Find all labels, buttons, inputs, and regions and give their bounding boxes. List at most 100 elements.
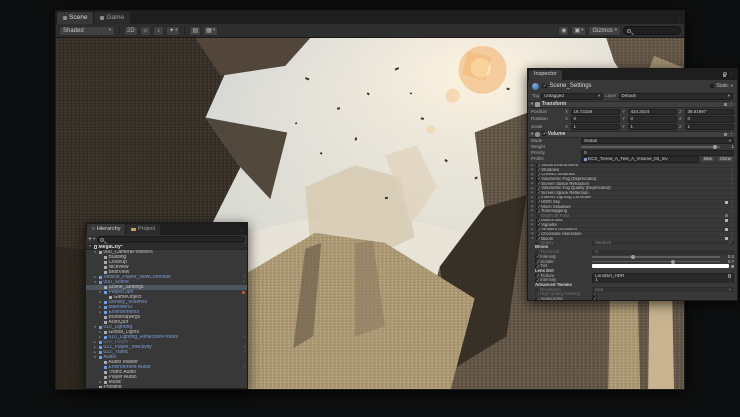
override-enabled-checkbox[interactable] <box>536 214 539 217</box>
axis-z-field[interactable]: 0 <box>685 116 735 123</box>
foldout-arrow-icon[interactable]: ▸ <box>98 306 102 310</box>
foldout-arrow-icon[interactable]: ▸ <box>531 173 534 177</box>
intensity-field[interactable]: 1 <box>592 278 734 283</box>
override-menu-icon[interactable]: ⋮ <box>730 168 734 172</box>
parameter-override-checkbox[interactable] <box>535 288 538 291</box>
object-picker-icon[interactable] <box>728 274 732 278</box>
override-enabled-checkbox[interactable] <box>536 233 539 236</box>
override-menu-icon[interactable]: ⋮ <box>730 232 734 236</box>
parameter-override-checkbox[interactable] <box>535 279 538 282</box>
override-menu-icon[interactable]: ⋮ <box>730 200 734 204</box>
override-enabled-checkbox[interactable] <box>536 223 539 226</box>
override-enabled-checkbox[interactable] <box>536 164 539 167</box>
parameter-override-checkbox[interactable] <box>535 265 538 268</box>
weight-slider[interactable] <box>581 146 720 148</box>
override-enabled-checkbox[interactable] <box>536 219 539 222</box>
foldout-arrow-icon[interactable]: ▾ <box>93 326 97 330</box>
component-menu-icon[interactable]: ⋮ <box>729 102 734 107</box>
foldout-arrow-icon[interactable]: ▸ <box>531 228 534 232</box>
audio-toggle-button[interactable]: ♪ <box>153 26 164 36</box>
intensity-slider[interactable] <box>592 256 720 258</box>
tab-scene[interactable]: Scene <box>57 12 93 24</box>
slider-value[interactable]: 0.7 <box>722 260 734 264</box>
axis-z-field[interactable]: 1 <box>685 124 735 131</box>
prefab-open-chevron-icon[interactable]: › <box>244 350 246 355</box>
lighting-toggle-button[interactable]: ☼ <box>140 26 152 36</box>
foldout-arrow-icon[interactable]: ▸ <box>98 301 102 305</box>
profile-new-button[interactable]: New <box>701 156 715 162</box>
gameobject-name[interactable]: Scene_Settings <box>550 83 592 89</box>
override-enabled-checkbox[interactable] <box>536 191 539 194</box>
threshold-field[interactable]: 0 <box>592 250 734 255</box>
foldout-arrow-icon[interactable]: ▸ <box>93 276 97 280</box>
foldout-arrow-icon[interactable]: ▸ <box>93 351 97 355</box>
tab-game[interactable]: Game <box>94 12 130 24</box>
override-enabled-checkbox[interactable] <box>536 196 539 199</box>
override-enabled-checkbox[interactable] <box>536 228 539 231</box>
override-enabled-checkbox[interactable] <box>536 182 539 185</box>
override-enabled-checkbox[interactable] <box>536 168 539 171</box>
override-menu-icon[interactable]: ⋮ <box>730 228 734 232</box>
static-dropdown[interactable]: Static ▾ <box>710 84 733 89</box>
foldout-arrow-icon[interactable]: ▸ <box>531 191 534 195</box>
override-menu-icon[interactable]: ⋮ <box>730 205 734 209</box>
foldout-arrow-icon[interactable]: ▸ <box>531 168 534 172</box>
slider-handle[interactable] <box>631 255 635 259</box>
override-menu-icon[interactable]: ⋮ <box>730 195 734 199</box>
profile-clone-button[interactable]: Clone <box>717 156 734 162</box>
parameter-override-checkbox[interactable] <box>535 293 538 296</box>
parameter-override-checkbox[interactable] <box>535 260 538 263</box>
2d-toggle-button[interactable]: 2D <box>124 26 138 36</box>
scatter-slider[interactable] <box>592 261 720 263</box>
axis-y-field[interactable]: 434.2024 <box>628 109 678 116</box>
axis-y-field[interactable]: 0 <box>628 116 678 123</box>
foldout-arrow-icon[interactable]: ▾ <box>531 132 533 137</box>
foldout-arrow-icon[interactable]: ▸ <box>531 232 534 236</box>
override-enabled-checkbox[interactable] <box>536 200 539 203</box>
foldout-arrow-icon[interactable]: ▸ <box>531 219 534 223</box>
tab-project[interactable]: Project <box>126 224 160 235</box>
axis-y-field[interactable]: 1 <box>628 124 678 131</box>
preset-icon[interactable] <box>724 133 728 137</box>
parameter-override-checkbox[interactable] <box>535 298 538 301</box>
prefab-open-chevron-icon[interactable]: › <box>244 365 246 370</box>
foldout-arrow-icon[interactable]: ▸ <box>93 346 97 350</box>
override-menu-icon[interactable]: ⋮ <box>730 214 734 218</box>
foldout-arrow-icon[interactable]: ▸ <box>531 196 534 200</box>
hierarchy-search-input[interactable] <box>97 236 245 243</box>
preset-icon[interactable] <box>724 103 728 107</box>
foldout-arrow-icon[interactable]: ▸ <box>531 214 534 218</box>
lock-icon[interactable] <box>723 74 727 77</box>
window-menu-icon[interactable]: ⋮ <box>729 73 734 78</box>
parameter-override-checkbox[interactable] <box>535 241 538 244</box>
component-enabled-checkbox[interactable] <box>542 132 546 136</box>
hidden-objects-button[interactable]: ▤ <box>189 26 201 36</box>
camera-settings-button[interactable]: ◉ <box>558 26 569 36</box>
override-enabled-checkbox[interactable] <box>536 205 539 208</box>
axis-x-field[interactable]: 1 <box>571 124 621 131</box>
foldout-arrow-icon[interactable]: ▸ <box>98 311 102 315</box>
foldout-arrow-icon[interactable]: ▸ <box>531 205 534 209</box>
volume-override-row[interactable]: ▸ Depth Of Field ⋮ <box>528 213 737 218</box>
tag-dropdown[interactable]: Untagged ▾ <box>541 93 603 100</box>
parameter-override-checkbox[interactable] <box>535 251 538 254</box>
scene-search-input[interactable] <box>623 26 681 35</box>
override-menu-icon[interactable]: ⋮ <box>730 186 734 190</box>
foldout-arrow-icon[interactable]: ▾ <box>98 291 102 295</box>
transform-component-header[interactable]: ▾ Transform ⋮ <box>528 101 737 109</box>
foldout-arrow-icon[interactable]: ▸ <box>98 331 102 335</box>
active-checkbox[interactable] <box>542 84 547 89</box>
effects-dropdown-button[interactable]: ✦▾ <box>166 26 180 36</box>
foldout-arrow-icon[interactable]: ▾ <box>93 356 97 360</box>
hierarchy-row[interactable]: Profiling <box>86 385 247 388</box>
axis-x-field[interactable]: 19.73169 <box>571 109 621 116</box>
tab-hierarchy[interactable]: ≡ Hierarchy <box>87 224 125 235</box>
static-checkbox[interactable] <box>710 84 715 89</box>
override-menu-icon[interactable]: ⋮ <box>730 218 734 222</box>
override-enabled-checkbox[interactable] <box>536 187 539 190</box>
gameobject-icon[interactable] <box>532 83 539 90</box>
slider-handle[interactable] <box>713 145 717 149</box>
override-menu-icon[interactable]: ⋮ <box>730 177 734 181</box>
foldout-arrow-icon[interactable]: ▾ <box>531 102 533 107</box>
foldout-arrow-icon[interactable]: ▸ <box>98 336 102 340</box>
